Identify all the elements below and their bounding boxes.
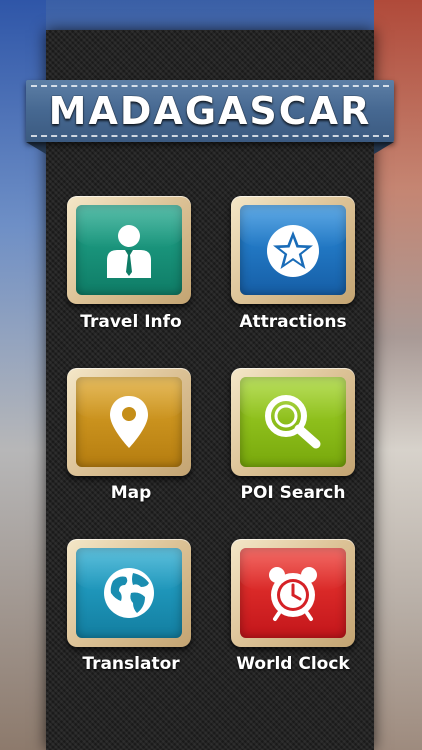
menu-button-translator[interactable] [67, 539, 191, 647]
map-label: Map [110, 483, 152, 503]
star-icon [267, 225, 319, 277]
menu-button-world-clock[interactable] [231, 539, 355, 647]
person-icon [107, 225, 151, 278]
travel-info-tile-face [76, 205, 182, 295]
world-clock-tile-face [240, 548, 346, 638]
travel-info-label: Travel Info [80, 312, 182, 332]
world-clock-label: World Clock [236, 654, 350, 674]
translator-tile-face [76, 548, 182, 638]
menu-button-attractions[interactable] [231, 196, 355, 304]
attractions-label: Attractions [239, 312, 347, 332]
banner-fold-left [26, 142, 46, 154]
magnifier-icon [265, 395, 321, 449]
banner-fold-right [374, 142, 394, 154]
alarm-clock-icon [269, 567, 317, 621]
menu-button-travel-info[interactable] [67, 196, 191, 304]
poi-search-label: POI Search [240, 483, 346, 503]
poi-search-tile-face [240, 377, 346, 467]
globe-icon [104, 568, 154, 618]
translator-label: Translator [82, 654, 180, 674]
attractions-tile-face [240, 205, 346, 295]
map-tile-face [76, 377, 182, 467]
title-banner: MADAGASCAR [26, 80, 394, 142]
menu-button-map[interactable] [67, 368, 191, 476]
menu-button-poi-search[interactable] [231, 368, 355, 476]
map-pin-icon [110, 396, 148, 448]
app-title: MADAGASCAR [48, 89, 372, 133]
